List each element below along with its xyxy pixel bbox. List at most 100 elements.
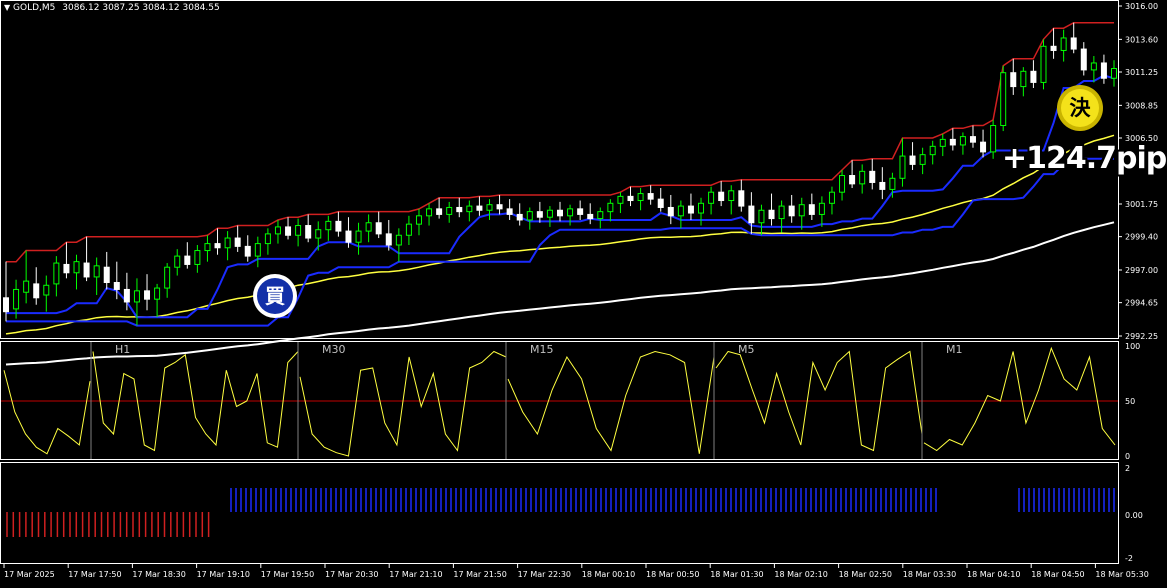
candle-body	[647, 193, 654, 200]
close-signal-label: 決	[1061, 89, 1099, 127]
timeframe-label: M15	[530, 343, 554, 356]
candle-body	[315, 229, 322, 239]
candle-body	[486, 204, 493, 211]
candle-body	[869, 170, 876, 183]
candle-body	[305, 225, 312, 239]
symbol-label: GOLD,M5	[13, 3, 56, 13]
time-axis-label: 18 Mar 00:50	[646, 570, 699, 579]
candle-body	[446, 206, 453, 215]
candle-body	[587, 213, 594, 220]
time-axis-label: 18 Mar 01:30	[710, 570, 763, 579]
candle-body	[73, 261, 80, 274]
candle-body	[980, 141, 987, 153]
candle-body	[365, 222, 372, 232]
candle-body	[879, 181, 886, 190]
buy-signal-label: 買	[257, 278, 293, 314]
candle-body	[325, 220, 332, 231]
candle-body	[456, 206, 463, 213]
candle-body	[708, 191, 715, 204]
candle-body	[93, 265, 100, 278]
candle-body	[436, 208, 443, 215]
close-signal-badge[interactable]: 決	[1057, 85, 1103, 131]
candle-body	[607, 202, 614, 213]
candle-body	[597, 211, 604, 220]
candle-body	[426, 208, 433, 217]
time-axis-label: 17 Mar 18:30	[132, 570, 185, 579]
candle-body	[718, 191, 725, 202]
candle-body	[577, 208, 584, 215]
oscillator-line	[507, 350, 715, 454]
candle-body	[285, 226, 292, 236]
candle-body	[1070, 37, 1077, 50]
ohlc-readout: 3086.12 3087.25 3084.12 3084.55	[62, 3, 220, 13]
candle-body	[687, 205, 694, 214]
candle-body	[164, 266, 171, 289]
candle-body	[657, 198, 664, 208]
candle-body	[123, 288, 130, 303]
timeframe-label: H1	[115, 343, 130, 356]
chart-canvas: 3016.003013.603011.253008.853006.503001.…	[0, 0, 1158, 579]
indicator-lines	[5, 21, 1115, 366]
time-axis-label: 17 Mar 17:50	[68, 570, 121, 579]
candle-body	[234, 237, 241, 247]
candle-body	[818, 202, 825, 215]
candle-body	[1090, 62, 1097, 71]
candle-body	[748, 205, 755, 224]
timeframe-label: M1	[946, 343, 963, 356]
time-axis-label: 18 Mar 03:30	[903, 570, 956, 579]
candle-body	[617, 195, 624, 204]
candle-body	[23, 280, 30, 293]
time-axis-label: 17 Mar 19:10	[197, 570, 250, 579]
time-axis-label: 18 Mar 02:50	[839, 570, 892, 579]
candle-body	[788, 205, 795, 217]
candle-body	[3, 297, 9, 313]
candle-body	[546, 209, 553, 218]
candle-body	[778, 205, 785, 220]
candle-body	[405, 223, 412, 236]
candle-body	[758, 209, 765, 224]
time-axis-label: 17 Mar 2025	[4, 570, 55, 579]
candle-body	[204, 243, 211, 252]
candle-body	[13, 288, 20, 310]
time-axis-label: 17 Mar 22:30	[518, 570, 571, 579]
candle-body	[144, 290, 151, 300]
candle-body	[43, 284, 50, 296]
buy-signal-badge[interactable]: 買	[253, 274, 297, 318]
trading-chart[interactable]: 3016.00 3013.60 3011.25 3008.85 3006.50 3001.…	[0, 0, 1167, 584]
candle-body	[536, 211, 543, 218]
candle-body	[274, 226, 281, 235]
signal-scale-label: 0.00	[1125, 511, 1143, 520]
candle-body	[133, 290, 140, 303]
candle-body	[174, 255, 181, 268]
candle-body	[919, 154, 926, 165]
upper-channel-line	[6, 21, 1114, 263]
price-axis-label: 3011.25	[1125, 68, 1158, 77]
candle-body	[1020, 70, 1027, 88]
signal-scale-label: 2	[1125, 464, 1130, 473]
candle-body	[466, 205, 473, 213]
candle-body	[768, 209, 775, 220]
candle-body	[375, 222, 382, 235]
candle-body	[526, 211, 533, 221]
timeframe-label: M30	[322, 343, 346, 356]
time-axis-label: 18 Mar 04:10	[967, 570, 1020, 579]
candle-body	[194, 250, 201, 265]
candle-body	[939, 138, 946, 147]
oscillator-layer: H1 M30 M15 M5 M1 100 50 0	[1, 342, 1140, 461]
price-axis-label: 3001.75	[1125, 200, 1158, 209]
candle-body	[1010, 72, 1017, 88]
candle-body	[959, 136, 966, 146]
time-axis-label: 17 Mar 19:50	[261, 570, 314, 579]
time-axis-label: 18 Mar 00:10	[582, 570, 635, 579]
candle-body	[345, 230, 352, 243]
triangle-down-icon[interactable]: ▼	[4, 3, 10, 12]
candle-body	[808, 204, 815, 215]
candle-body	[516, 213, 523, 221]
candle-body	[355, 230, 362, 243]
candle-body	[63, 263, 70, 274]
candle-body	[698, 202, 705, 214]
chart-header: ▼ GOLD,M5 3086.12 3087.25 3084.12 3084.5…	[4, 3, 220, 13]
oscillator-line	[299, 350, 507, 457]
candle-body	[1030, 70, 1037, 83]
candle-body	[990, 124, 997, 153]
